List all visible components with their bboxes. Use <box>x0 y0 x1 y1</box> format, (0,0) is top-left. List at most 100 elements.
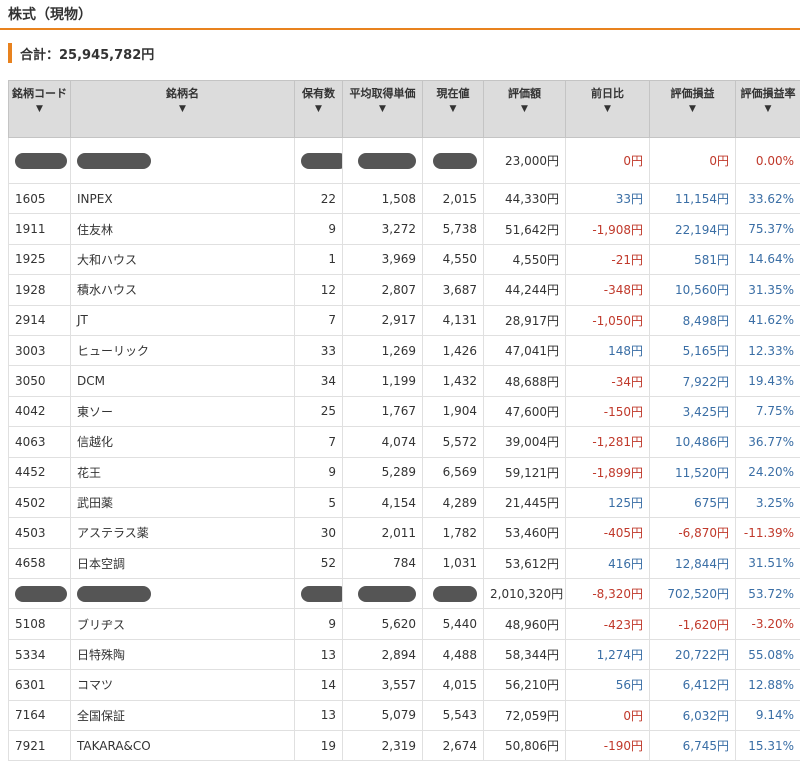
cell-name[interactable]: 日本空調 <box>70 547 295 580</box>
cell-code[interactable]: 5108 <box>8 608 71 640</box>
cell-code[interactable]: 7164 <box>8 699 71 732</box>
cell-day-change: -190円 <box>565 730 650 762</box>
cell-code[interactable]: 7921 <box>8 730 71 762</box>
cell-name[interactable]: JT <box>70 304 295 336</box>
cell-average-cost: 4,154 <box>342 486 423 519</box>
cell-day-change: 125円 <box>565 486 650 519</box>
cell-profit-loss: 6,412円 <box>649 669 736 701</box>
cell-valuation: 44,244円 <box>483 274 566 306</box>
cell-name[interactable]: 日特殊陶 <box>70 638 295 671</box>
sort-arrow-icon[interactable]: ▼ <box>736 103 800 116</box>
cell-name[interactable] <box>70 137 295 184</box>
cell-name[interactable]: 全国保証 <box>70 699 295 732</box>
cell-valuation: 28,917円 <box>483 304 566 336</box>
cell-current-price: 5,440 <box>422 608 484 640</box>
cell-profit-loss-rate: 12.88% <box>735 669 800 701</box>
cell-name[interactable]: 住友林 <box>70 213 295 245</box>
table-row: 4452 花王 9 5,289 6,569 59,121円 -1,899円 11,520円 24… <box>8 456 800 488</box>
cell-valuation: 53,612円 <box>483 547 566 580</box>
cell-quantity: 5 <box>294 486 343 519</box>
cell-code[interactable]: 1925 <box>8 243 71 276</box>
cell-name[interactable]: アステラス薬 <box>70 517 295 549</box>
redacted-mark <box>358 152 416 169</box>
cell-code[interactable]: 6301 <box>8 669 71 701</box>
cell-profit-loss-rate: 0.00% <box>735 137 800 184</box>
cell-day-change: -423円 <box>565 608 650 640</box>
cell-code[interactable]: 4063 <box>8 426 71 458</box>
cell-code[interactable]: 1911 <box>8 213 71 245</box>
cell-valuation: 50,806円 <box>483 730 566 762</box>
cell-name[interactable]: ヒューリック <box>70 334 295 367</box>
cell-name[interactable]: TAKARA&CO <box>70 730 295 762</box>
cell-average-cost: 1,199 <box>342 365 423 397</box>
cell-quantity: 14 <box>294 669 343 701</box>
cell-name[interactable]: INPEX <box>70 182 295 215</box>
cell-code[interactable]: 4452 <box>8 456 71 488</box>
cell-profit-loss-rate: 12.33% <box>735 334 800 367</box>
sort-arrow-icon[interactable]: ▼ <box>295 103 342 116</box>
cell-code[interactable]: 1928 <box>8 274 71 306</box>
cell-code[interactable]: 2914 <box>8 304 71 336</box>
redacted-mark <box>77 152 151 169</box>
table-row: 5108 ブリヂス 9 5,620 5,440 48,960円 -423円 -1,620円 -3… <box>8 608 800 640</box>
sort-arrow-icon[interactable]: ▼ <box>343 103 422 116</box>
cell-name[interactable]: DCM <box>70 365 295 397</box>
header-average-cost[interactable]: 平均取得単価 ▼ <box>342 80 423 138</box>
cell-code[interactable]: 4042 <box>8 395 71 428</box>
cell-profit-loss-rate: 55.08% <box>735 638 800 671</box>
header-valuation[interactable]: 評価額 ▼ <box>483 80 566 138</box>
header-code[interactable]: 銘柄コード ▼ <box>8 80 71 138</box>
header-day-change[interactable]: 前日比 ▼ <box>565 80 650 138</box>
cell-average-cost: 5,289 <box>342 456 423 488</box>
table-row: 5334 日特殊陶 13 2,894 4,488 58,344円 1,274円 20,722円… <box>8 638 800 671</box>
cell-name[interactable]: 信越化 <box>70 426 295 458</box>
header-profit-loss-rate[interactable]: 評価損益率 ▼ <box>735 80 800 138</box>
cell-quantity: 33 <box>294 334 343 367</box>
cell-average-cost: 2,011 <box>342 517 423 549</box>
sort-arrow-icon[interactable]: ▼ <box>9 103 70 116</box>
cell-profit-loss: 8,498円 <box>649 304 736 336</box>
cell-code[interactable] <box>8 578 71 610</box>
cell-average-cost: 3,969 <box>342 243 423 276</box>
cell-valuation: 47,041円 <box>483 334 566 367</box>
cell-name[interactable]: 積水ハウス <box>70 274 295 306</box>
sort-arrow-icon[interactable]: ▼ <box>423 103 483 116</box>
sort-arrow-icon[interactable]: ▼ <box>566 103 649 116</box>
cell-profit-loss-rate: 36.77% <box>735 426 800 458</box>
sort-arrow-icon[interactable]: ▼ <box>71 103 294 116</box>
cell-name[interactable]: コマツ <box>70 669 295 701</box>
cell-name[interactable]: ブリヂス <box>70 608 295 640</box>
cell-average-cost: 3,557 <box>342 669 423 701</box>
cell-average-cost: 1,767 <box>342 395 423 428</box>
cell-average-cost <box>342 578 423 610</box>
cell-code[interactable]: 4658 <box>8 547 71 580</box>
table-body: 23,000円 0円 0円 0.00% 1605 INPEX 22 1,508 2,015 44,… <box>8 137 800 762</box>
table-row: 4502 武田薬 5 4,154 4,289 21,445円 125円 675円 3.25% <box>8 486 800 519</box>
cell-code[interactable]: 4502 <box>8 486 71 519</box>
cell-name[interactable]: 武田薬 <box>70 486 295 519</box>
redacted-mark <box>301 152 342 169</box>
cell-name[interactable] <box>70 578 295 610</box>
sort-arrow-icon[interactable]: ▼ <box>650 103 735 116</box>
cell-name[interactable]: 東ソー <box>70 395 295 428</box>
cell-name[interactable]: 花王 <box>70 456 295 488</box>
cell-code[interactable]: 4503 <box>8 517 71 549</box>
cell-current-price: 4,131 <box>422 304 484 336</box>
header-current-price[interactable]: 現在値 ▼ <box>422 80 484 138</box>
cell-day-change: -1,908円 <box>565 213 650 245</box>
sort-arrow-icon[interactable]: ▼ <box>484 103 565 116</box>
total-accent-bar <box>8 43 12 63</box>
cell-code[interactable] <box>8 137 71 184</box>
cell-day-change: 1,274円 <box>565 638 650 671</box>
cell-valuation: 59,121円 <box>483 456 566 488</box>
header-name[interactable]: 銘柄名 ▼ <box>70 80 295 138</box>
cell-code[interactable]: 5334 <box>8 638 71 671</box>
cell-code[interactable]: 1605 <box>8 182 71 215</box>
cell-day-change: 0円 <box>565 699 650 732</box>
header-quantity[interactable]: 保有数 ▼ <box>294 80 343 138</box>
cell-code[interactable]: 3050 <box>8 365 71 397</box>
cell-valuation: 39,004円 <box>483 426 566 458</box>
header-profit-loss[interactable]: 評価損益 ▼ <box>649 80 736 138</box>
cell-code[interactable]: 3003 <box>8 334 71 367</box>
cell-name[interactable]: 大和ハウス <box>70 243 295 276</box>
